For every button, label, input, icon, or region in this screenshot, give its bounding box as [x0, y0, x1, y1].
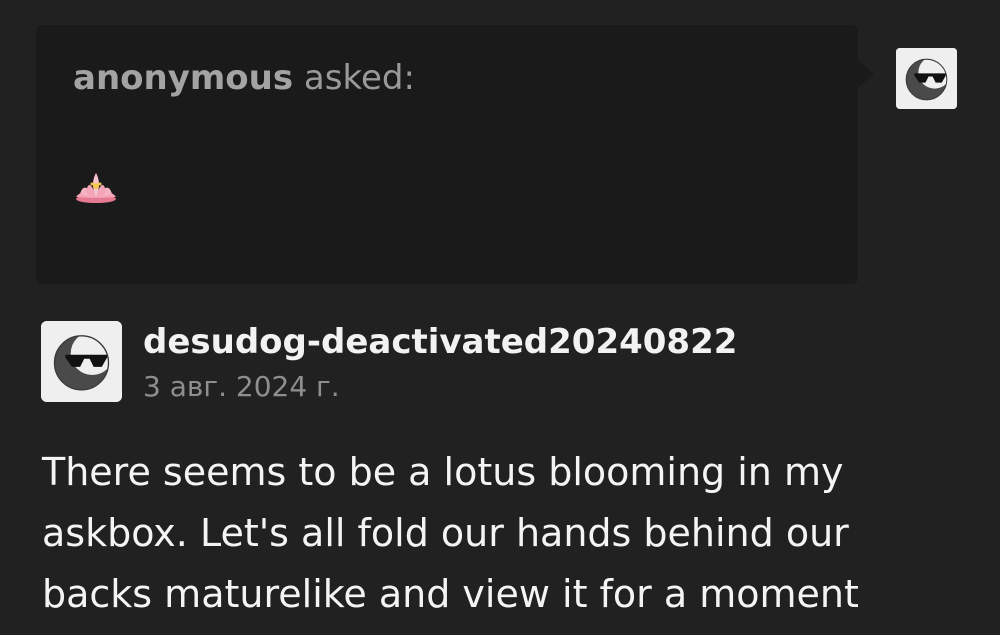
moon-sunglasses-icon: [41, 321, 122, 402]
post-container: anonymous asked: desudog-deactivated2024…: [0, 0, 1000, 635]
asker-avatar[interactable]: [896, 48, 957, 109]
asked-label: asked:: [303, 58, 415, 98]
answer-body: There seems to be a lotus blooming in my…: [42, 450, 859, 616]
asker-name: anonymous: [73, 58, 294, 98]
author-username[interactable]: desudog-deactivated20240822: [143, 322, 737, 362]
lotus-icon: [74, 170, 118, 206]
author-avatar[interactable]: [41, 321, 122, 402]
moon-sunglasses-icon: [896, 48, 957, 109]
post-date[interactable]: 3 авг. 2024 г.: [143, 370, 340, 403]
ask-bubble-tail: [858, 60, 874, 88]
ask-header: anonymous asked:: [73, 58, 415, 98]
